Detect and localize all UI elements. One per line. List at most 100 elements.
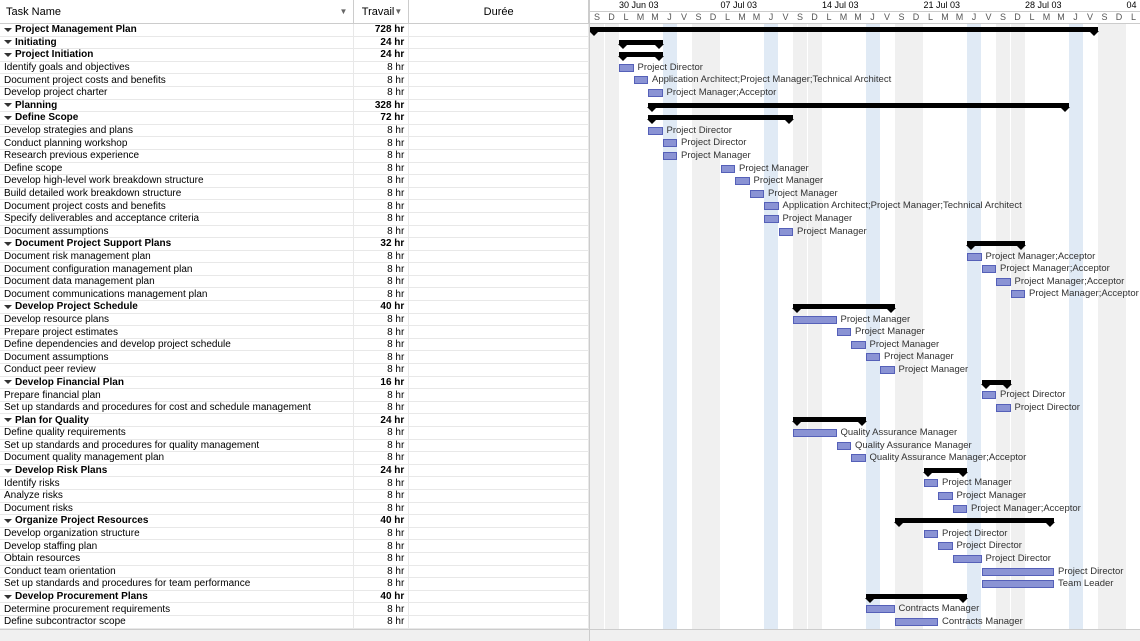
task-bar[interactable] [982,568,1055,576]
table-row[interactable]: Document configuration management plan8 … [0,263,589,276]
collapse-icon[interactable] [4,40,12,44]
task-bar[interactable] [851,454,866,462]
h-scrollbar-left[interactable] [0,629,589,641]
task-bar[interactable] [663,152,678,160]
task-bar[interactable] [996,278,1011,286]
h-scrollbar-right[interactable] [590,629,1140,641]
table-row[interactable]: Document communications management plan8… [0,288,589,301]
collapse-icon[interactable] [4,418,12,422]
task-bar[interactable] [895,618,939,626]
table-row[interactable]: Set up standards and procedures for team… [0,578,589,591]
table-row[interactable]: Research previous experience8 hr [0,150,589,163]
summary-bar[interactable] [619,52,663,57]
task-bar[interactable] [866,605,895,613]
task-bar[interactable] [982,580,1055,588]
task-bar[interactable] [982,265,997,273]
table-row[interactable]: Identify goals and objectives8 hr [0,62,589,75]
summary-bar[interactable] [793,304,895,309]
table-row[interactable]: Develop resource plans8 hr [0,314,589,327]
task-bar[interactable] [924,479,939,487]
col-duree[interactable]: Durée [409,0,589,23]
summary-bar[interactable] [619,40,663,45]
table-row[interactable]: Document assumptions8 hr [0,226,589,239]
table-row[interactable]: Develop Procurement Plans40 hr [0,591,589,604]
task-bar[interactable] [793,429,837,437]
table-row[interactable]: Planning328 hr [0,100,589,113]
collapse-icon[interactable] [4,242,12,246]
summary-bar[interactable] [793,417,866,422]
summary-bar[interactable] [895,518,1055,523]
task-bar[interactable] [866,353,881,361]
table-row[interactable]: Specify deliverables and acceptance crit… [0,213,589,226]
task-bar[interactable] [953,505,968,513]
task-bar[interactable] [996,404,1011,412]
table-row[interactable]: Project Initiation24 hr [0,49,589,62]
table-row[interactable]: Conduct peer review8 hr [0,364,589,377]
table-row[interactable]: Develop high-level work breakdown struct… [0,175,589,188]
table-row[interactable]: Initiating24 hr [0,37,589,50]
table-row[interactable]: Prepare project estimates8 hr [0,326,589,339]
table-row[interactable]: Define quality requirements8 hr [0,427,589,440]
table-row[interactable]: Conduct planning workshop8 hr [0,137,589,150]
table-row[interactable]: Define dependencies and develop project … [0,339,589,352]
table-row[interactable]: Document risk management plan8 hr [0,251,589,264]
table-row[interactable]: Conduct team orientation8 hr [0,566,589,579]
summary-bar[interactable] [648,103,1069,108]
task-bar[interactable] [880,366,895,374]
collapse-icon[interactable] [4,519,12,523]
table-row[interactable]: Define scope8 hr [0,163,589,176]
summary-bar[interactable] [648,115,793,120]
collapse-icon[interactable] [4,28,12,32]
summary-bar[interactable] [866,594,968,599]
gantt-chart[interactable]: 30 Jun 0307 Jul 0314 Jul 0321 Jul 0328 J… [590,0,1140,641]
table-row[interactable]: Identify risks8 hr [0,477,589,490]
summary-bar[interactable] [967,241,1025,246]
task-bar[interactable] [648,89,663,97]
task-bar[interactable] [938,542,953,550]
table-row[interactable]: Develop Project Schedule40 hr [0,301,589,314]
task-bar[interactable] [938,492,953,500]
collapse-icon[interactable] [4,595,12,599]
collapse-icon[interactable] [4,116,12,120]
col-task-name[interactable]: Task Name▼ [0,0,354,23]
task-bar[interactable] [619,64,634,72]
table-row[interactable]: Project Management Plan728 hr [0,24,589,37]
table-row[interactable]: Determine procurement requirements8 hr [0,603,589,616]
table-row[interactable]: Document risks8 hr [0,503,589,516]
summary-bar[interactable] [982,380,1011,385]
table-row[interactable]: Develop organization structure8 hr [0,528,589,541]
table-row[interactable]: Document project costs and benefits8 hr [0,74,589,87]
task-bar[interactable] [924,530,939,538]
table-row[interactable]: Obtain resources8 hr [0,553,589,566]
table-row[interactable]: Develop strategies and plans8 hr [0,125,589,138]
task-bar[interactable] [982,391,997,399]
collapse-icon[interactable] [4,103,12,107]
summary-bar[interactable] [924,468,968,473]
table-row[interactable]: Document Project Support Plans32 hr [0,238,589,251]
task-bar[interactable] [764,202,779,210]
task-bar[interactable] [735,177,750,185]
table-row[interactable]: Develop project charter8 hr [0,87,589,100]
collapse-icon[interactable] [4,380,12,384]
task-bar[interactable] [953,555,982,563]
summary-bar[interactable] [590,27,1098,32]
table-row[interactable]: Set up standards and procedures for cost… [0,402,589,415]
collapse-icon[interactable] [4,53,12,57]
task-bar[interactable] [648,127,663,135]
table-row[interactable]: Set up standards and procedures for qual… [0,440,589,453]
task-bar[interactable] [837,442,852,450]
table-row[interactable]: Plan for Quality24 hr [0,414,589,427]
table-row[interactable]: Document quality management plan8 hr [0,452,589,465]
task-bar[interactable] [750,190,765,198]
table-row[interactable]: Analyze risks8 hr [0,490,589,503]
table-row[interactable]: Organize Project Resources40 hr [0,515,589,528]
table-row[interactable]: Define subcontractor scope8 hr [0,616,589,629]
task-bar[interactable] [779,228,794,236]
task-bar[interactable] [793,316,837,324]
task-bar[interactable] [634,76,649,84]
collapse-icon[interactable] [4,469,12,473]
collapse-icon[interactable] [4,305,12,309]
table-row[interactable]: Prepare financial plan8 hr [0,389,589,402]
task-bar[interactable] [721,165,736,173]
task-bar[interactable] [967,253,982,261]
